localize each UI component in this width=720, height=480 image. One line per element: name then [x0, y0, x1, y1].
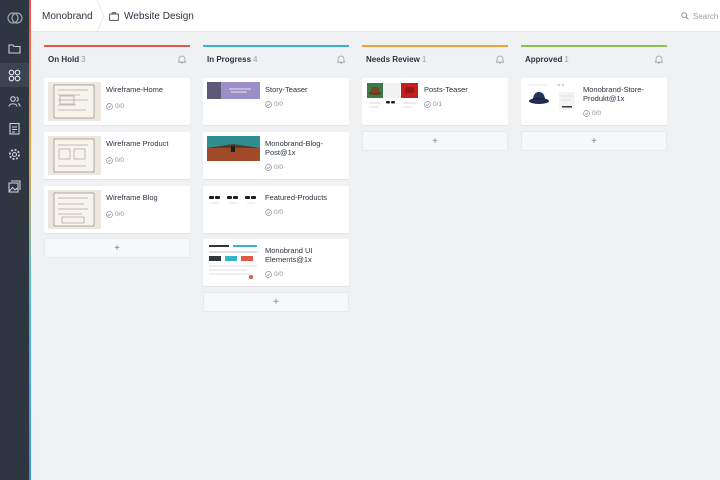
column-title: In Progress 4 — [207, 55, 258, 64]
top-bar: Monobrand Website Design Search — [31, 0, 720, 32]
card-checklist: 0/0 — [106, 211, 124, 218]
gear-icon — [9, 148, 20, 160]
breadcrumb-project[interactable]: Website Design — [109, 0, 194, 32]
card[interactable]: Wireframe Blog 0/0 — [44, 186, 190, 233]
card[interactable]: Wireframe Product 0/0 — [44, 132, 190, 179]
add-card-button[interactable]: + — [362, 131, 508, 151]
card[interactable]: Monobrand-Blog-Post@1x 0/0 — [203, 132, 349, 179]
card-checklist: 0/0 — [583, 110, 601, 117]
sidebar-item-projects[interactable] — [0, 36, 29, 60]
folder-icon — [8, 43, 21, 54]
card-title: Monobrand UI Elements@1x — [265, 246, 313, 264]
check-circle-icon — [265, 164, 272, 171]
column-needs-review: Needs Review 1 Posts-Teaser 0/1 + — [362, 45, 508, 151]
check-circle-icon — [265, 271, 272, 278]
column-count: 1 — [421, 55, 427, 64]
column-header: Approved 1 — [521, 45, 667, 72]
check-circle-icon — [106, 157, 113, 164]
column-title: Approved 1 — [525, 55, 569, 64]
card[interactable]: Posts-Teaser 0/1 — [362, 78, 508, 125]
app-logo[interactable] — [0, 0, 29, 36]
column-count: 3 — [81, 55, 86, 64]
column-count: 4 — [253, 55, 258, 64]
card-title: Wireframe Product — [106, 139, 169, 148]
column-header: In Progress 4 — [203, 45, 349, 72]
card-checklist: 0/0 — [106, 103, 124, 110]
card-title: Posts-Teaser — [424, 85, 468, 94]
sidebar-item-team[interactable] — [0, 89, 29, 113]
check-circle-icon — [106, 211, 113, 218]
card[interactable]: Monobrand UI Elements@1x 0/0 — [203, 239, 349, 286]
card-checklist: 0/0 — [265, 271, 283, 278]
card-checklist: 0/1 — [424, 101, 442, 108]
sidebar-accent-stripe — [29, 0, 31, 480]
check-circle-icon — [106, 103, 113, 110]
column-header: Needs Review 1 — [362, 45, 508, 72]
column-count: 1 — [564, 55, 569, 64]
card[interactable]: Wireframe-Home 0/0 — [44, 78, 190, 125]
card-title: Wireframe Blog — [106, 193, 158, 202]
bell-icon[interactable] — [178, 55, 186, 64]
card-thumbnail — [48, 136, 101, 175]
card-thumbnail — [366, 82, 419, 115]
card-title: Featured-Products — [265, 193, 328, 202]
bell-icon[interactable] — [655, 55, 663, 64]
bell-icon[interactable] — [496, 55, 504, 64]
column-approved: Approved 1 Monobrand-Store-Produkt@1x 0/0… — [521, 45, 667, 151]
search-icon — [681, 12, 689, 20]
column-header: On Hold 3 — [44, 45, 190, 72]
card[interactable]: Monobrand-Store-Produkt@1x 0/0 — [521, 78, 667, 125]
card-thumbnail — [48, 190, 101, 229]
add-card-button[interactable]: + — [44, 238, 190, 258]
apps-icon — [8, 69, 21, 81]
sidebar-item-settings[interactable] — [0, 142, 29, 166]
sidebar-item-boards[interactable] — [0, 63, 29, 87]
column-title: Needs Review 1 — [366, 55, 427, 64]
breadcrumb-separator-icon — [97, 0, 105, 32]
column-in-progress: In Progress 4 Story-Teaser 0/0 Monobrand-… — [203, 45, 349, 312]
card[interactable]: Featured-Products 0/0 — [203, 186, 349, 233]
card-thumbnail — [207, 82, 260, 99]
breadcrumb-project-label: Website Design — [124, 10, 194, 22]
users-icon — [8, 95, 21, 107]
card-title: Monobrand-Blog-Post@1x — [265, 139, 323, 157]
column-title: On Hold 3 — [48, 55, 86, 64]
sidebar-item-tasks[interactable] — [0, 116, 29, 140]
card-title: Wireframe-Home — [106, 85, 164, 94]
card-thumbnail — [207, 243, 260, 282]
card-thumbnail — [525, 82, 578, 115]
search-input[interactable]: Search — [681, 0, 718, 32]
check-circle-icon — [265, 209, 272, 216]
bell-icon[interactable] — [337, 55, 345, 64]
card-title: Story-Teaser — [265, 85, 308, 94]
column-on-hold: On Hold 3 Wireframe-Home 0/0 Wireframe Pr… — [44, 45, 190, 258]
add-card-button[interactable]: + — [203, 292, 349, 312]
card-thumbnail — [207, 190, 260, 207]
check-circle-icon — [583, 110, 590, 117]
card-checklist: 0/0 — [265, 164, 283, 171]
card-checklist: 0/0 — [106, 157, 124, 164]
sidebar-item-assets[interactable] — [0, 174, 29, 198]
sidebar — [0, 0, 31, 480]
logo-icon — [6, 12, 23, 24]
card-thumbnail — [48, 82, 101, 121]
briefcase-icon — [109, 11, 119, 21]
image-stack-icon — [8, 179, 21, 193]
add-card-button[interactable]: + — [521, 131, 667, 151]
clipboard-icon — [9, 122, 20, 135]
card-checklist: 0/0 — [265, 209, 283, 216]
card[interactable]: Story-Teaser 0/0 — [203, 78, 349, 125]
card-title: Monobrand-Store-Produkt@1x — [583, 85, 644, 103]
check-circle-icon — [265, 101, 272, 108]
card-thumbnail — [207, 136, 260, 161]
breadcrumb-workspace[interactable]: Monobrand — [31, 0, 104, 32]
card-checklist: 0/0 — [265, 101, 283, 108]
search-placeholder: Search — [693, 11, 719, 21]
check-circle-icon — [424, 101, 431, 108]
